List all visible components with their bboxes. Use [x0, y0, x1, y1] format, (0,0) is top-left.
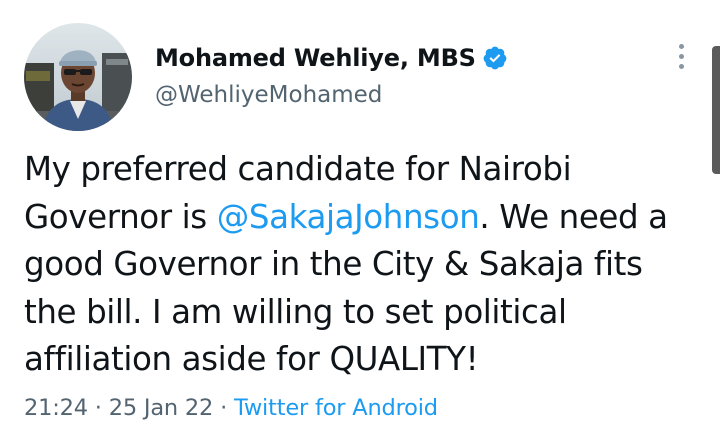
mention-link[interactable]: @SakajaJohnson — [217, 198, 480, 236]
more-vertical-icon-dot — [678, 53, 684, 59]
tweet-card: Mohamed Wehliye, MBS @WehliyeMohamed My … — [0, 0, 720, 442]
tweet-date: 25 Jan 22 — [108, 395, 214, 421]
author-name-row: Mohamed Wehliye, MBS — [155, 41, 508, 75]
tweet-meta: 21:24 · 25 Jan 22 · Twitter for Android — [24, 395, 438, 421]
tweet-time: 21:24 — [24, 395, 88, 421]
meta-separator: · — [213, 395, 235, 421]
more-vertical-icon-dot — [678, 63, 684, 69]
verified-badge-icon — [482, 45, 508, 71]
more-vertical-icon-dot — [678, 43, 684, 49]
tweet-source-link[interactable]: Twitter for Android — [234, 395, 438, 421]
avatar[interactable] — [24, 23, 132, 131]
more-options-button[interactable] — [664, 36, 698, 76]
tweet-text: My preferred candidate for Nairobi Gover… — [24, 146, 714, 384]
meta-separator: · — [87, 395, 109, 421]
profile-photo-icon — [24, 23, 132, 131]
display-name[interactable]: Mohamed Wehliye, MBS — [155, 44, 476, 72]
author-handle[interactable]: @WehliyeMohamed — [155, 82, 382, 108]
